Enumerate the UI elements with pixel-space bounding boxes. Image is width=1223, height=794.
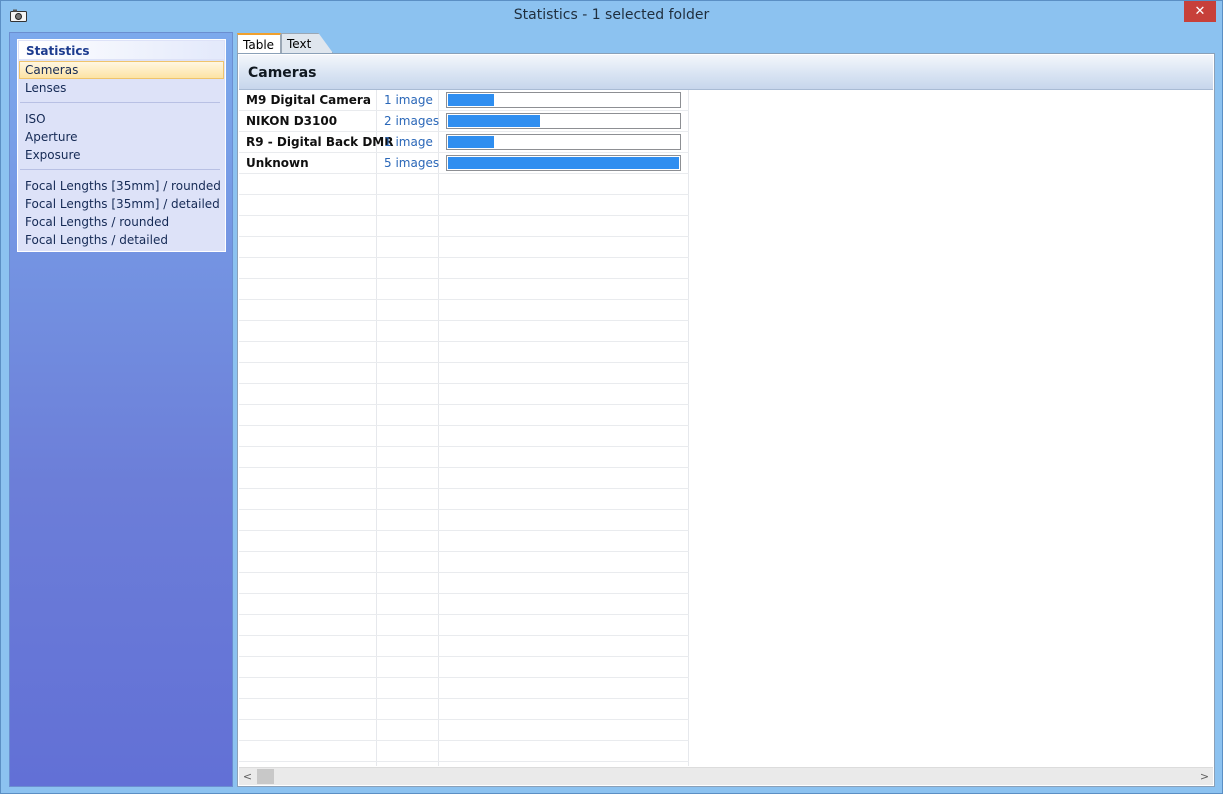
tab-text[interactable]: Text [281, 33, 333, 53]
sidebar-panel: Statistics Cameras Lenses ISO Aperture Expos… [9, 32, 233, 787]
empty-row [239, 237, 689, 258]
empty-row [239, 510, 689, 531]
count-bar-fill [448, 94, 494, 106]
sidebar-item-focal-lengths-rounded[interactable]: Focal Lengths / rounded [19, 213, 224, 231]
sidebar-item-lenses[interactable]: Lenses [19, 79, 224, 97]
count-bar [446, 113, 681, 129]
count-bar [446, 134, 681, 150]
section-title: Cameras [239, 55, 1213, 90]
count-bar [446, 92, 681, 108]
empty-row [239, 279, 689, 300]
sidebar-item-iso[interactable]: ISO [19, 110, 224, 128]
camera-name: Unknown [246, 156, 309, 170]
empty-row [239, 468, 689, 489]
stats-table: M9 Digital Camera 1 image NIKON D3100 2 ima… [239, 90, 689, 766]
table-row: Unknown 5 images [239, 153, 689, 174]
camera-name: R9 - Digital Back DMR [246, 135, 394, 149]
sidebar-item-aperture[interactable]: Aperture [19, 128, 224, 146]
tab-table[interactable]: Table [237, 33, 281, 53]
empty-row [239, 321, 689, 342]
statistics-nav: Statistics Cameras Lenses ISO Aperture Expos… [17, 39, 226, 252]
empty-row [239, 405, 689, 426]
statistics-window: Statistics - 1 selected folder ✕ Statist… [0, 0, 1223, 794]
empty-row [239, 447, 689, 468]
table-view: Cameras M9 Digital Camera 1 image NIKON D3… [237, 53, 1215, 787]
empty-row [239, 594, 689, 615]
scroll-thumb[interactable] [257, 769, 274, 784]
empty-row [239, 573, 689, 594]
tab-bar: Table Text [237, 32, 1215, 53]
empty-row [239, 636, 689, 657]
table-row: R9 - Digital Back DMR 1 image [239, 132, 689, 153]
window-title: Statistics - 1 selected folder [513, 7, 710, 23]
empty-row [239, 762, 689, 766]
table-row: M9 Digital Camera 1 image [239, 90, 689, 111]
image-count: 2 images [384, 114, 440, 128]
empty-row [239, 342, 689, 363]
count-bar-fill [448, 157, 679, 169]
empty-row [239, 657, 689, 678]
empty-row [239, 363, 689, 384]
sidebar-item-focal-lengths-35mm-rounded[interactable]: Focal Lengths [35mm] / rounded [19, 177, 224, 195]
empty-row [239, 426, 689, 447]
empty-row [239, 174, 689, 195]
image-count: 1 image [384, 135, 433, 149]
empty-row [239, 699, 689, 720]
empty-row [239, 615, 689, 636]
empty-row [239, 741, 689, 762]
empty-row [239, 258, 689, 279]
empty-row [239, 531, 689, 552]
nav-header: Statistics [19, 41, 224, 59]
title-bar[interactable]: Statistics - 1 selected folder ✕ [1, 1, 1222, 31]
scroll-right-icon[interactable]: > [1196, 768, 1213, 785]
image-count: 5 images [384, 156, 440, 170]
empty-row [239, 195, 689, 216]
table-row: NIKON D3100 2 images [239, 111, 689, 132]
empty-row [239, 384, 689, 405]
empty-row [239, 552, 689, 573]
empty-row [239, 720, 689, 741]
horizontal-scrollbar[interactable]: < > [239, 767, 1213, 785]
count-bar-fill [448, 115, 540, 127]
empty-row [239, 489, 689, 510]
camera-name: M9 Digital Camera [246, 93, 371, 107]
empty-row [239, 216, 689, 237]
sidebar-item-focal-lengths-35mm-detailed[interactable]: Focal Lengths [35mm] / detailed [19, 195, 224, 213]
image-count: 1 image [384, 93, 433, 107]
close-icon: ✕ [1194, 4, 1206, 19]
sidebar-item-exposure[interactable]: Exposure [19, 146, 224, 164]
sidebar-item-focal-lengths-detailed[interactable]: Focal Lengths / detailed [19, 231, 224, 249]
close-button[interactable]: ✕ [1184, 1, 1216, 22]
nav-separator [20, 169, 220, 170]
empty-row [239, 678, 689, 699]
empty-row [239, 300, 689, 321]
scroll-left-icon[interactable]: < [239, 768, 256, 785]
nav-separator [20, 102, 220, 103]
count-bar-fill [448, 136, 494, 148]
camera-name: NIKON D3100 [246, 114, 338, 128]
count-bar [446, 155, 681, 171]
main-panel: Table Text Cameras M9 Digital Camera 1 im… [237, 32, 1215, 787]
sidebar-item-cameras[interactable]: Cameras [19, 61, 224, 79]
